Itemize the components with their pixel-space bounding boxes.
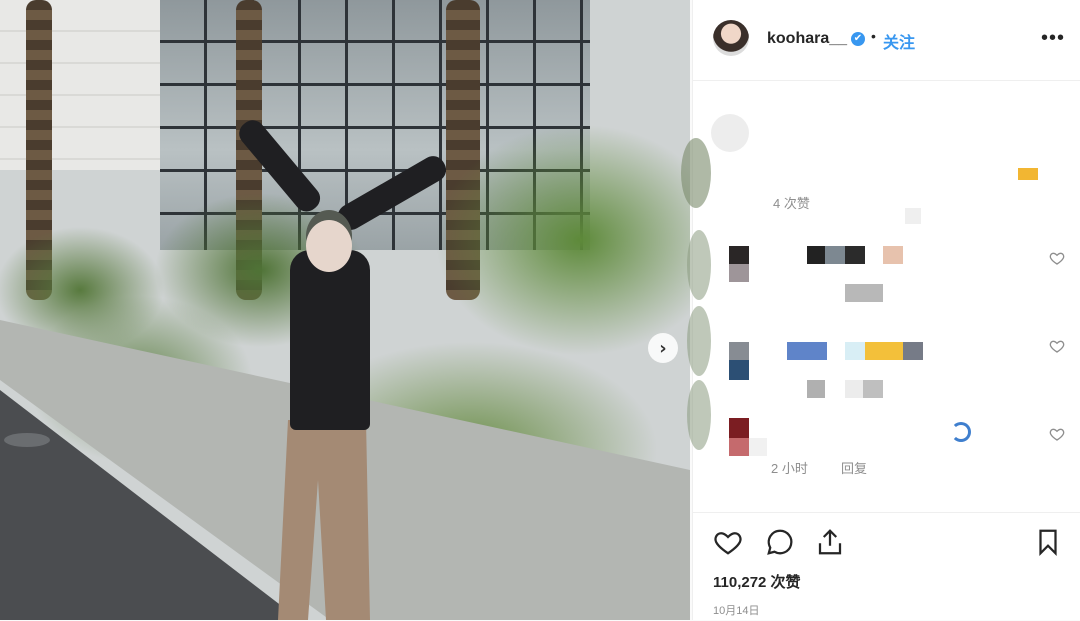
- avatar[interactable]: [713, 20, 749, 56]
- comment-row: [687, 380, 1080, 466]
- comment-time: 2 小时: [771, 461, 808, 476]
- commenter-avatar[interactable]: [729, 246, 749, 264]
- blurred-area: [681, 138, 711, 208]
- separator-dot: •: [871, 28, 876, 44]
- username[interactable]: koohara__: [767, 30, 847, 48]
- blurred-area: [905, 208, 921, 224]
- blurred-area: [729, 438, 749, 456]
- commenter-avatar[interactable]: [711, 114, 749, 152]
- blurred-area: [729, 264, 749, 282]
- like-comment-heart-icon[interactable]: [1049, 250, 1065, 266]
- blurred-area: [863, 380, 883, 398]
- post-photo[interactable]: ›: [0, 0, 690, 620]
- post-panel: koohara__ ✔ • 关注 ••• 4 次赞 2 小时 回复 110,27…: [681, 0, 1080, 621]
- comment-meta: 4 次赞: [773, 193, 810, 212]
- person-head: [306, 220, 352, 272]
- likes-count[interactable]: 4 次赞: [773, 196, 810, 211]
- like-comment-heart-icon[interactable]: [1049, 426, 1065, 442]
- blurred-area: [825, 246, 845, 264]
- blurred-area: [729, 360, 749, 380]
- blurred-area: [787, 342, 827, 360]
- bookmark-icon[interactable]: [1033, 527, 1063, 557]
- blurred-area: [687, 306, 711, 376]
- blurred-area: [749, 438, 767, 456]
- blurred-area: [845, 342, 865, 360]
- comment-bubble-icon[interactable]: [765, 527, 795, 557]
- comment-row: [687, 230, 1080, 302]
- reply-button[interactable]: 回复: [841, 458, 867, 477]
- person-body: [290, 250, 370, 430]
- follow-button[interactable]: 关注: [883, 29, 915, 53]
- blurred-area: [903, 342, 923, 360]
- blurred-area: [951, 422, 971, 442]
- verified-badge-icon: ✔: [851, 32, 865, 46]
- more-options-icon[interactable]: •••: [1041, 27, 1065, 50]
- blurred-area: [845, 284, 883, 302]
- blurred-area: [845, 380, 863, 398]
- share-icon[interactable]: [815, 527, 845, 557]
- comment-row: [687, 306, 1080, 398]
- likes-count[interactable]: 110,272 次赞: [713, 571, 801, 592]
- comment-row: [681, 108, 1080, 208]
- blurred-area: [845, 246, 865, 264]
- blurred-area: [807, 246, 825, 264]
- post-actions: 110,272 次赞 10月14日: [693, 512, 1080, 621]
- next-photo-button[interactable]: ›: [648, 333, 678, 363]
- blurred-area: [807, 380, 825, 398]
- blurred-area: [687, 230, 711, 300]
- like-comment-heart-icon[interactable]: [1049, 338, 1065, 354]
- post-header: koohara__ ✔ • 关注 •••: [693, 0, 1080, 81]
- emoji-blur: [1018, 168, 1038, 180]
- commenter-avatar[interactable]: [729, 342, 749, 360]
- commenter-avatar[interactable]: [729, 418, 749, 438]
- like-heart-icon[interactable]: [713, 527, 743, 557]
- blurred-area: [865, 342, 903, 360]
- blurred-area: [883, 246, 903, 264]
- manhole: [4, 433, 50, 447]
- blurred-area: [687, 380, 711, 450]
- chevron-right-icon: ›: [659, 337, 667, 359]
- post-date: 10月14日: [713, 605, 760, 617]
